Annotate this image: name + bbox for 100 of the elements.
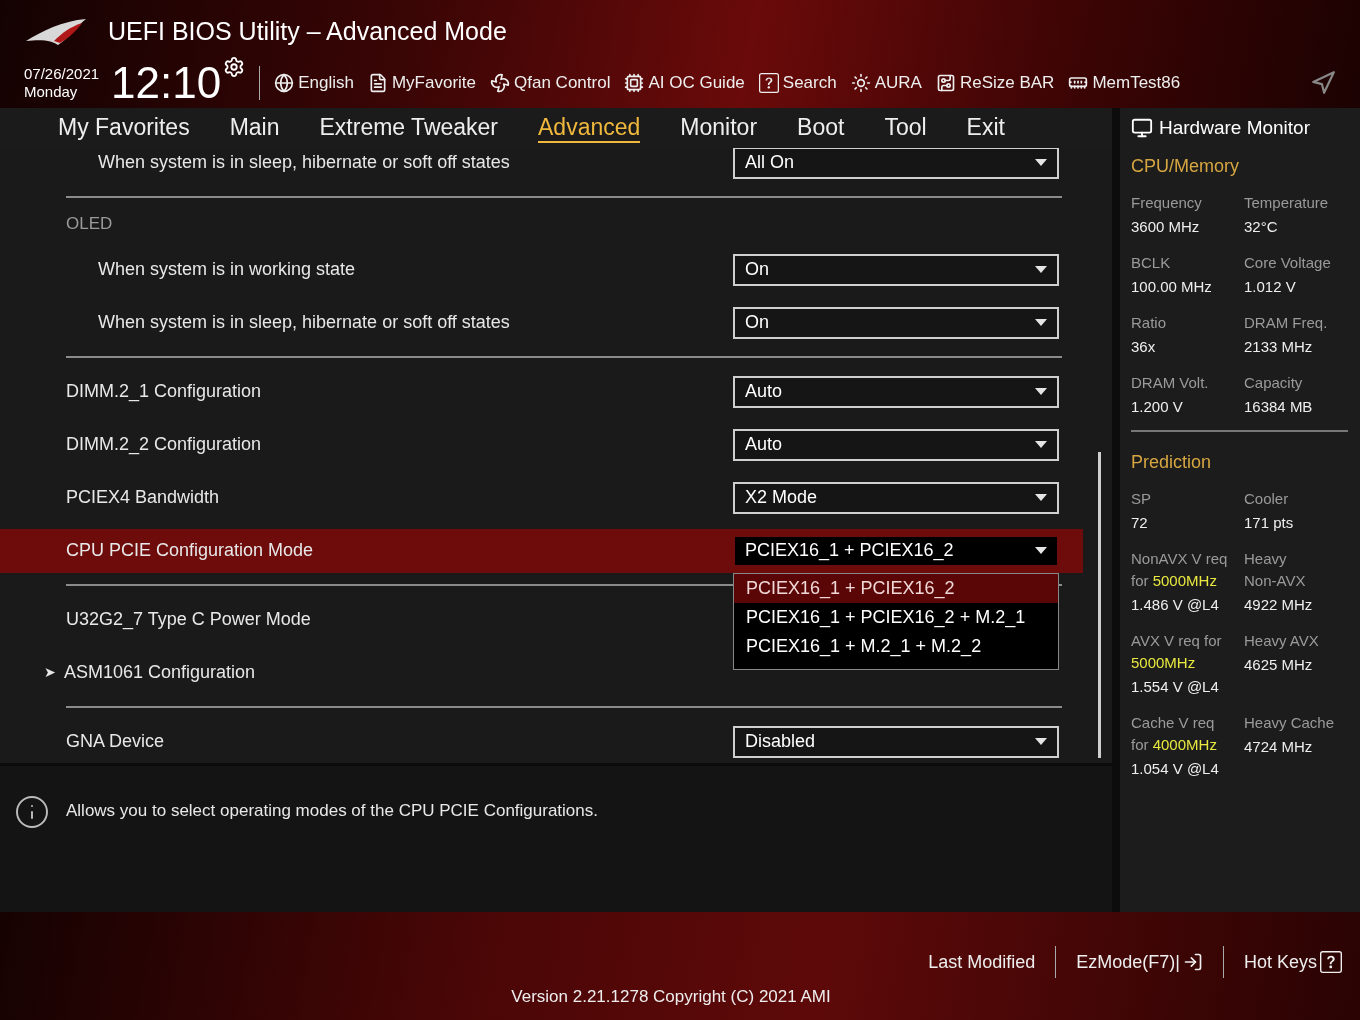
stat-label: Capacity <box>1244 373 1304 393</box>
stat-value: 4625 MHz <box>1244 655 1314 675</box>
chip-icon <box>624 73 645 93</box>
submenu-item[interactable]: ➤ ASM1061 Configuration <box>44 659 256 686</box>
stat-value: 72 <box>1131 513 1149 533</box>
tab[interactable]: My Favorites <box>58 113 190 143</box>
clock-text: 12:10 <box>111 61 222 105</box>
setting-label: U32G2_7 Type C Power Mode <box>66 608 311 632</box>
stat-value: 3600 MHz <box>1131 217 1201 237</box>
stat-value: 16384 MB <box>1244 397 1314 417</box>
setting-label: DIMM.2_2 Configuration <box>66 433 262 457</box>
globe-icon <box>274 73 295 93</box>
toolbar-button[interactable]: MemTest86 <box>1068 70 1181 96</box>
stat-value: 4724 MHz <box>1244 737 1314 757</box>
caret-icon <box>1035 266 1047 273</box>
stat-label: Heavy Cache <box>1244 713 1336 733</box>
day-text: Monday <box>24 83 79 101</box>
toolbar-button[interactable]: English <box>274 70 354 96</box>
section-title: Prediction <box>1131 450 1213 474</box>
stat-value: 2133 MHz <box>1244 337 1314 357</box>
tab[interactable]: Main <box>229 113 280 143</box>
footer-button[interactable]: Last Modified <box>928 948 1036 976</box>
dropdown[interactable]: Auto <box>733 375 1059 408</box>
light-icon <box>850 73 871 93</box>
stat-label: Cache V req for 4000MHz <box>1131 713 1218 755</box>
stat-value: 100.00 MHz <box>1131 277 1213 297</box>
caret-icon <box>1035 441 1047 448</box>
section-title: CPU/Memory <box>1131 154 1240 178</box>
toolbar-button[interactable]: AI OC Guide <box>624 70 745 96</box>
setting-label: When system is in sleep, hibernate or soft off states <box>98 151 510 174</box>
toolbar-button[interactable]: MyFavorite <box>367 70 477 96</box>
stat-label: Heavy Non-AVX <box>1244 549 1307 591</box>
footer-button[interactable]: Hot Keys <box>1243 948 1342 976</box>
dropdown[interactable]: X2 Mode <box>733 481 1059 514</box>
stat-value: 36x <box>1131 337 1157 357</box>
stat-label: Ratio <box>1131 313 1168 333</box>
toolbar-button[interactable]: ReSize BAR <box>935 70 1055 96</box>
tab[interactable]: Advanced <box>538 113 641 143</box>
help-icon <box>1320 951 1342 973</box>
stat-label: AVX V req for 5000MHz <box>1131 631 1223 673</box>
cursor-icon[interactable] <box>1310 70 1336 96</box>
panel-title: Hardware Monitor <box>1159 115 1310 140</box>
stat-label: Cooler <box>1244 489 1290 509</box>
monitor-icon <box>1131 117 1153 139</box>
tab[interactable]: Extreme Tweaker <box>319 113 499 143</box>
stat-value: 1.554 V @L4 <box>1131 677 1220 697</box>
stat-value: 1.012 V <box>1244 277 1297 297</box>
card-icon <box>935 73 956 93</box>
caret-icon <box>1035 547 1047 554</box>
stat-label: SP <box>1131 489 1152 509</box>
caret-icon <box>1035 738 1047 745</box>
dropdown[interactable]: On <box>733 306 1059 339</box>
stat-value: 1.486 V @L4 <box>1131 595 1220 615</box>
stat-label: Temperature <box>1244 193 1330 213</box>
help-text: Allows you to select operating modes of the CPU PCIE Configurations. <box>66 800 598 822</box>
date-text: 07/26/2021 <box>24 65 100 83</box>
settings-icon[interactable] <box>223 56 246 78</box>
stat-value: 1.054 V @L4 <box>1131 759 1220 779</box>
footer-button[interactable]: EzMode(F7)| <box>1076 948 1203 976</box>
info-icon <box>14 794 50 830</box>
caret-icon <box>1035 494 1047 501</box>
toolbar-button[interactable]: AURA <box>850 70 922 96</box>
tab[interactable]: Exit <box>966 113 1005 143</box>
setting-label: PCIEX4 Bandwidth <box>66 486 220 509</box>
dropdown[interactable]: Disabled <box>733 725 1059 758</box>
dropdown[interactable]: Auto <box>733 428 1059 461</box>
stat-value: 32°C <box>1244 217 1279 237</box>
dropdown-option[interactable]: PCIEX16_1 + M.2_1 + M.2_2 <box>734 632 1058 661</box>
stat-label: Heavy AVX <box>1244 631 1320 651</box>
setting-label: GNA Device <box>66 730 165 753</box>
scrollbar[interactable] <box>1098 452 1101 758</box>
setting-label: When system is in working state <box>98 258 356 281</box>
tab[interactable]: Monitor <box>680 113 758 143</box>
stat-value: 4922 MHz <box>1244 595 1314 615</box>
tab[interactable]: Tool <box>884 113 927 143</box>
dropdown[interactable]: All On <box>733 148 1059 179</box>
stat-value: 171 pts <box>1244 513 1295 533</box>
stat-label: DRAM Freq. <box>1244 313 1329 333</box>
setting-label: When system is in sleep, hibernate or soft off states <box>98 311 510 334</box>
setting-label: CPU PCIE Configuration Mode <box>66 539 314 562</box>
dropdown-option[interactable]: PCIEX16_1 + PCIEX16_2 <box>734 574 1058 603</box>
stat-label: BCLK <box>1131 253 1172 273</box>
selected-row[interactable]: CPU PCIE Configuration Mode PCIEX16_1 + PCIEX16_2 <box>0 528 1083 573</box>
tab[interactable]: Boot <box>797 113 845 143</box>
stat-label: DRAM Volt. <box>1131 373 1210 393</box>
window-title: UEFI BIOS Utility – Advanced Mode <box>108 16 507 48</box>
exit-icon <box>1182 952 1203 972</box>
group-heading: OLED <box>66 213 113 236</box>
dropdown[interactable]: PCIEX16_1 + PCIEX16_2 <box>733 534 1059 567</box>
caret-icon <box>1035 388 1047 395</box>
stat-label: Core Voltage <box>1244 253 1332 273</box>
toolbar-button[interactable]: Search <box>758 70 837 96</box>
toolbar-button[interactable]: Qfan Control <box>490 70 611 96</box>
caret-icon <box>1035 159 1047 166</box>
stat-label: Frequency <box>1131 193 1203 213</box>
dropdown[interactable]: On <box>733 253 1059 286</box>
stat-label: NonAVX V req for 5000MHz <box>1131 549 1229 591</box>
caret-icon <box>1035 319 1047 326</box>
setting-label: DIMM.2_1 Configuration <box>66 380 262 404</box>
dropdown-option[interactable]: PCIEX16_1 + PCIEX16_2 + M.2_1 <box>734 603 1058 632</box>
